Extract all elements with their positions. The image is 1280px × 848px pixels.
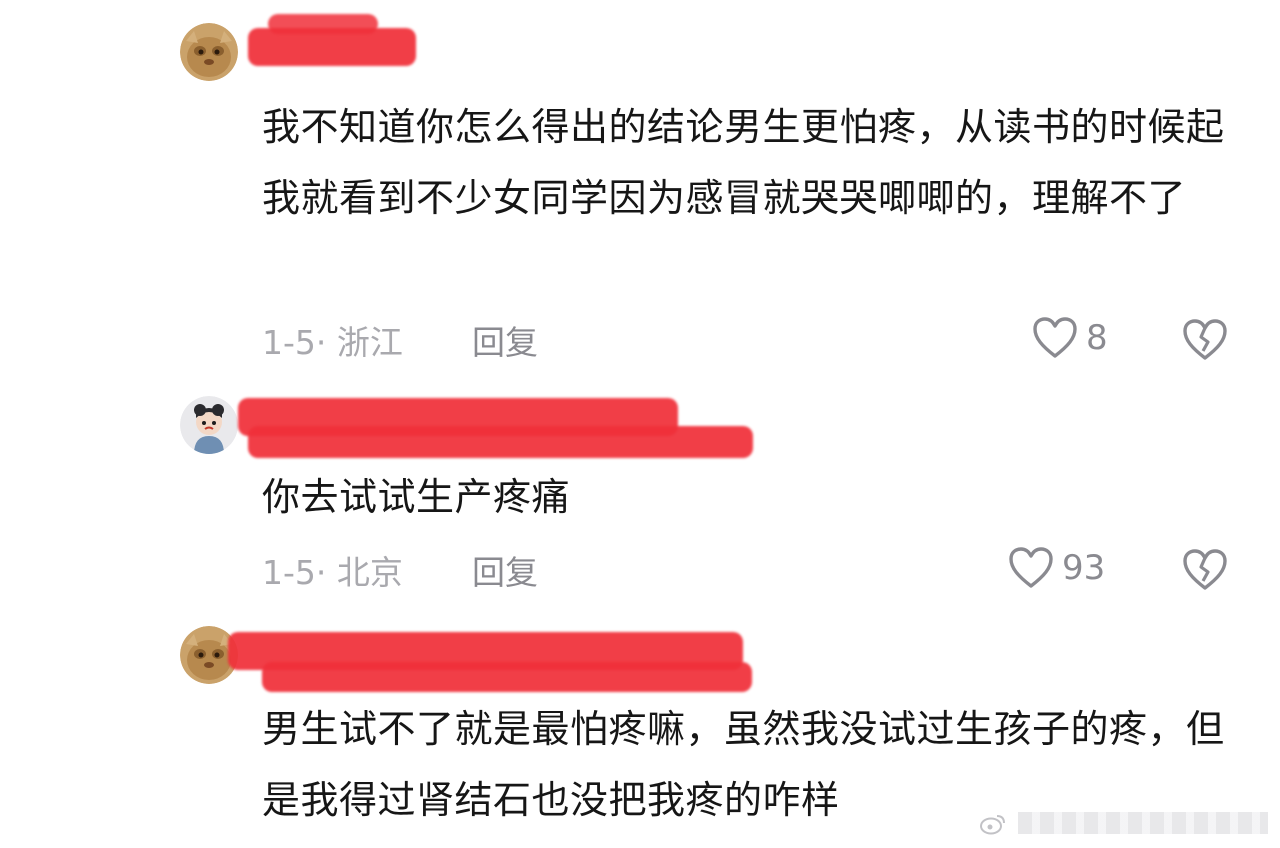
reply-button[interactable]: 回复 <box>472 546 538 594</box>
avatar[interactable] <box>180 23 238 81</box>
broken-heart-icon <box>1182 319 1228 366</box>
avatar[interactable] <box>180 396 238 454</box>
comment-text: 我不知道你怎么得出的结论男生更怕疼，从读书的时候起我就看到不少女同学因为感冒就哭… <box>262 105 1225 220</box>
like-button[interactable]: 93 <box>1008 546 1105 590</box>
like-count: 8 <box>1086 318 1108 358</box>
comment-thread: 我不知道你怎么得出的结论男生更怕疼，从读书的时候起我就看到不少女同学因为感冒就哭… <box>0 0 1280 848</box>
redacted-username <box>268 14 378 34</box>
dislike-button[interactable] <box>1182 548 1228 596</box>
heart-outline-icon <box>1032 316 1078 360</box>
comment-text: 你去试试生产疼痛 <box>262 475 571 519</box>
weibo-logo-icon <box>980 812 1006 835</box>
redacted-username <box>262 662 752 692</box>
redacted-username <box>248 426 753 458</box>
like-button[interactable]: 8 <box>1032 316 1108 360</box>
broken-heart-icon <box>1182 549 1228 596</box>
comment-date-location: 1-5· 北京 <box>262 553 403 592</box>
comment-date-location: 1-5· 浙江 <box>262 323 403 362</box>
like-count: 93 <box>1062 548 1106 588</box>
dislike-button[interactable] <box>1182 318 1228 366</box>
heart-outline-icon <box>1008 546 1054 590</box>
watermark <box>980 812 1268 835</box>
watermark-redacted <box>1018 812 1268 834</box>
reply-button[interactable]: 回复 <box>472 316 538 364</box>
